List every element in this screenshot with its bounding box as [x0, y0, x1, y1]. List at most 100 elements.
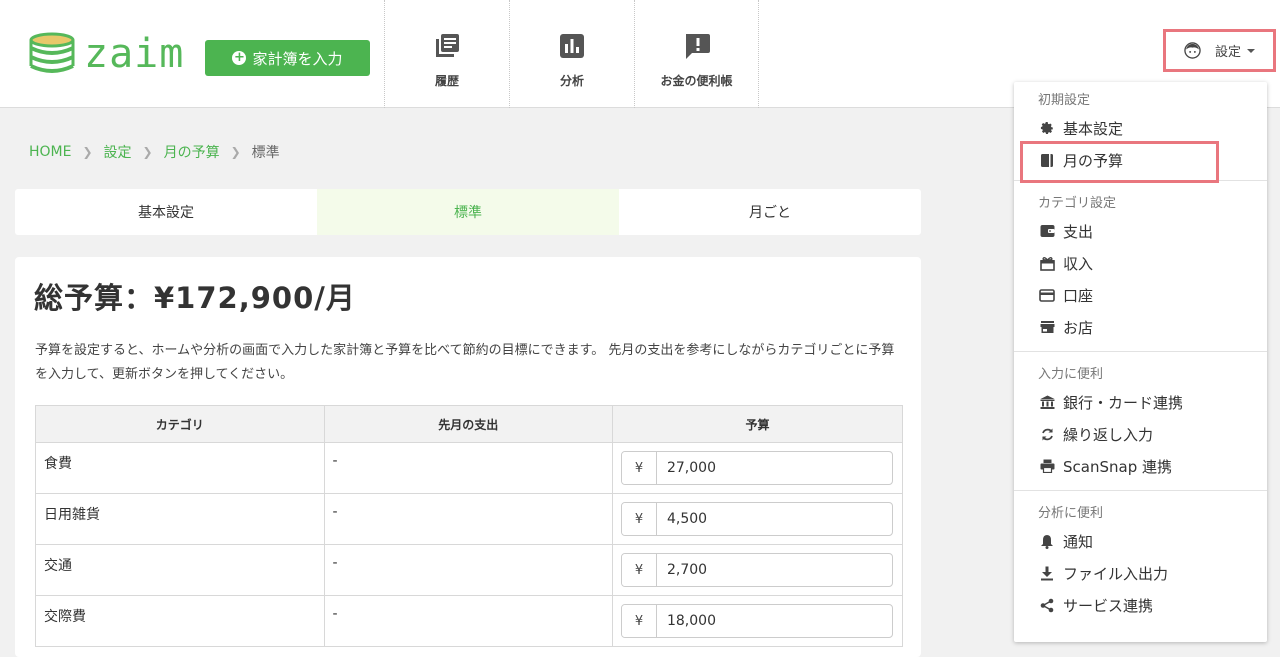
settings-label: 設定	[1214, 45, 1241, 60]
category-cell: 食費	[35, 442, 325, 494]
category-cell: 交通	[35, 544, 325, 596]
dropdown-section-header: 分析に便利	[1038, 506, 1104, 521]
store-icon	[1039, 319, 1055, 335]
menu-item-service-link[interactable]: サービス連携	[1014, 589, 1267, 621]
menu-item-label: 通知	[1063, 532, 1094, 551]
table-header-row: カテゴリ 先月の支出 予算	[35, 405, 904, 443]
breadcrumb: HOME ❯ 設定 ❯ 月の予算 ❯ 標準	[29, 142, 280, 162]
nav-history[interactable]: 履歴	[384, 0, 509, 108]
user-face-icon	[1184, 42, 1201, 59]
nav-money-guide-label: お金の便利帳	[660, 74, 733, 88]
column-header-last-month: 先月の支出	[323, 405, 613, 443]
budget-input-group: ¥	[620, 451, 893, 485]
dropdown-section-initial: 初期設定 基本設定 月の予算	[1014, 82, 1267, 181]
budget-card: 総予算：¥172,900/月 予算を設定すると、ホームや分析の画面で入力した家計…	[15, 257, 921, 657]
menu-item-expense[interactable]: 支出	[1014, 215, 1267, 247]
budget-input[interactable]	[656, 605, 889, 637]
chevron-right-icon: ❯	[82, 145, 93, 159]
budget-input-group: ¥	[620, 502, 893, 536]
caret-down-icon	[1247, 48, 1255, 53]
menu-item-basic-settings[interactable]: 基本設定	[1014, 112, 1267, 144]
menu-item-bank-card-link[interactable]: 銀行・カード連携	[1014, 386, 1267, 418]
credit-card-icon	[1039, 287, 1055, 303]
menu-item-monthly-budget[interactable]: 月の予算	[1014, 144, 1267, 176]
bell-icon	[1039, 533, 1055, 549]
tab-monthly[interactable]: 月ごと	[619, 189, 921, 235]
menu-item-label: 基本設定	[1063, 119, 1124, 138]
main-nav: 履歴 分析 お金の便利帳	[384, 0, 759, 108]
settings-menu-button[interactable]: 設定	[1163, 29, 1276, 72]
exclamation-message-icon	[685, 34, 710, 59]
budget-cell: ¥	[611, 442, 904, 494]
nav-analysis-label: 分析	[559, 74, 584, 88]
yen-addon: ¥	[621, 452, 657, 484]
menu-item-label: 口座	[1063, 286, 1094, 305]
menu-item-notifications[interactable]: 通知	[1014, 525, 1267, 557]
column-header-category: カテゴリ	[35, 405, 325, 443]
category-cell: 日用雑貨	[35, 493, 325, 545]
nav-money-guide[interactable]: お金の便利帳	[634, 0, 759, 108]
dropdown-section-header: 入力に便利	[1038, 367, 1104, 382]
printer-icon	[1039, 458, 1055, 474]
breadcrumb-home[interactable]: HOME	[29, 144, 71, 160]
menu-item-label: 支出	[1063, 222, 1094, 241]
nav-analysis[interactable]: 分析	[509, 0, 634, 108]
wallet-icon	[1039, 223, 1055, 239]
yen-addon: ¥	[621, 503, 657, 535]
bar-chart-icon	[560, 34, 584, 58]
add-entry-button[interactable]: + 家計簿を入力	[205, 40, 370, 76]
category-name: 日用雑貨	[44, 507, 100, 523]
book-icon	[1039, 152, 1055, 168]
budget-cell: ¥	[611, 544, 904, 596]
repeat-icon	[1039, 426, 1055, 442]
zaim-logo[interactable]: zaim	[28, 28, 193, 80]
dropdown-section-header: 初期設定	[1038, 93, 1091, 108]
budget-cell: ¥	[611, 595, 904, 647]
budget-cell: ¥	[611, 493, 904, 545]
table-row: 交際費 - ¥	[35, 595, 904, 647]
yen-addon: ¥	[621, 605, 657, 637]
bank-icon	[1039, 394, 1055, 410]
budget-input[interactable]	[656, 503, 889, 535]
last-month-value: -	[332, 555, 338, 571]
menu-item-label: お店	[1063, 318, 1094, 337]
budget-tabs: 基本設定 標準 月ごと	[15, 189, 921, 235]
budget-input[interactable]	[656, 554, 889, 586]
plus-circle-icon: +	[232, 50, 247, 65]
menu-item-label: サービス連携	[1063, 596, 1154, 615]
menu-item-income[interactable]: 収入	[1014, 247, 1267, 279]
menu-item-file-import-export[interactable]: ファイル入出力	[1014, 557, 1267, 589]
menu-item-label: 銀行・カード連携	[1063, 393, 1184, 412]
column-header-budget: 予算	[611, 405, 904, 443]
last-month-cell: -	[323, 595, 613, 647]
total-budget-title: 総予算：¥172,900/月	[34, 281, 356, 315]
budget-table: カテゴリ 先月の支出 予算 食費 - ¥ 日用雑貨 -	[35, 405, 904, 647]
gift-icon	[1039, 255, 1055, 271]
dropdown-section-analysis: 分析に便利 通知 ファイル入出力 サービス連携	[1014, 491, 1267, 629]
add-entry-label: 家計簿を入力	[252, 49, 343, 68]
settings-dropdown: 初期設定 基本設定 月の予算 カテゴリ設定 支出 収入 口座 お店 入力に便利 …	[1014, 82, 1267, 642]
table-row: 食費 - ¥	[35, 442, 904, 494]
category-name: 交通	[44, 558, 72, 574]
last-month-value: -	[332, 504, 338, 520]
dropdown-section-header: カテゴリ設定	[1038, 196, 1117, 211]
yen-addon: ¥	[621, 554, 657, 586]
menu-item-scansnap[interactable]: ScanSnap 連携	[1014, 450, 1267, 482]
breadcrumb-settings[interactable]: 設定	[104, 142, 132, 162]
nav-history-label: 履歴	[434, 74, 459, 88]
menu-item-repeat-input[interactable]: 繰り返し入力	[1014, 418, 1267, 450]
budget-input[interactable]	[656, 452, 889, 484]
menu-item-account[interactable]: 口座	[1014, 279, 1267, 311]
tab-basic-settings[interactable]: 基本設定	[15, 189, 317, 235]
gear-icon	[1039, 120, 1055, 136]
dropdown-section-category: カテゴリ設定 支出 収入 口座 お店	[1014, 181, 1267, 352]
breadcrumb-current: 標準	[251, 145, 280, 161]
dropdown-section-input: 入力に便利 銀行・カード連携 繰り返し入力 ScanSnap 連携	[1014, 352, 1267, 491]
category-name: 食費	[44, 456, 72, 472]
chevron-right-icon: ❯	[142, 145, 153, 159]
menu-item-store[interactable]: お店	[1014, 311, 1267, 343]
download-icon	[1039, 565, 1055, 581]
share-icon	[1039, 597, 1055, 613]
breadcrumb-monthly-budget[interactable]: 月の予算	[164, 142, 220, 162]
tab-standard[interactable]: 標準	[317, 189, 619, 235]
